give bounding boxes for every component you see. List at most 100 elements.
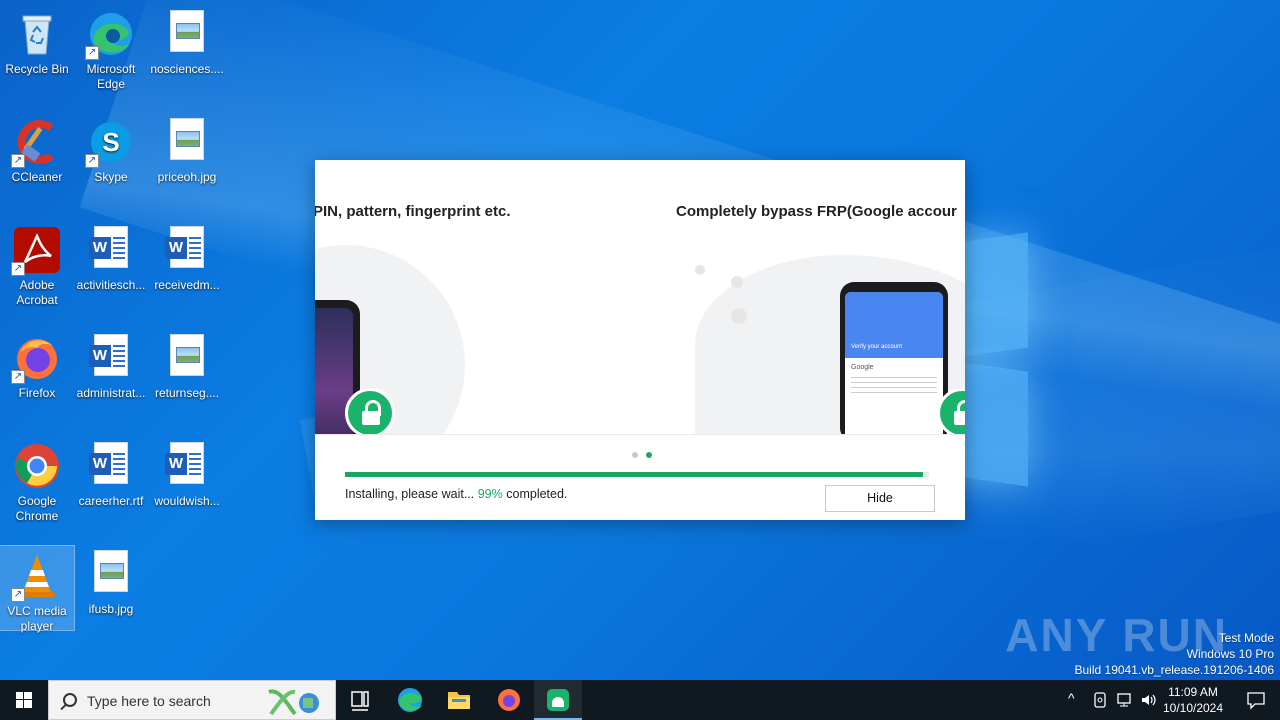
desktop-icon-label: administrat... bbox=[76, 386, 146, 400]
progress-percent: 99% bbox=[477, 487, 503, 501]
hide-button[interactable]: Hide bbox=[825, 485, 935, 512]
task-view-button[interactable] bbox=[336, 680, 384, 720]
firefox-icon bbox=[498, 689, 520, 711]
carousel-dot[interactable] bbox=[646, 452, 652, 458]
clock-time: 11:09 AM bbox=[1168, 685, 1218, 699]
windows-start-icon bbox=[16, 692, 32, 708]
phone-illustration: Verify your account Google bbox=[840, 282, 948, 435]
desktop-icon-label: VLC media player bbox=[7, 604, 67, 633]
chevron-up-icon[interactable]: ^ bbox=[1068, 690, 1075, 706]
image-file-icon bbox=[87, 550, 135, 598]
word-document-icon: W bbox=[163, 226, 211, 274]
desktop-icon-label: ifusb.jpg bbox=[88, 602, 134, 616]
slide-divider bbox=[315, 434, 965, 435]
taskbar-installer-app[interactable] bbox=[534, 680, 582, 720]
edge-icon: ↗ bbox=[85, 10, 135, 60]
android-unlock-app-icon bbox=[547, 689, 569, 711]
folder-icon bbox=[448, 692, 470, 709]
desktop-icon-ccleaner[interactable]: ↗ CCleaner bbox=[0, 112, 74, 185]
clock-date: 10/10/2024 bbox=[1162, 701, 1224, 715]
desktop-icon-label: Microsoft Edge bbox=[86, 62, 136, 91]
windows-edition-label: Windows 10 Pro bbox=[1186, 647, 1274, 661]
edge-icon bbox=[398, 688, 422, 712]
desktop-icon-skype[interactable]: S ↗ Skype bbox=[74, 112, 148, 185]
shortcut-arrow-icon: ↗ bbox=[11, 588, 25, 602]
phone-screen-header: Verify your account bbox=[851, 344, 903, 350]
desktop-icon-google-chrome[interactable]: Google Chrome bbox=[0, 436, 74, 524]
desktop-icon-returnseg[interactable]: returnseg.... bbox=[150, 328, 224, 401]
notifications-icon[interactable] bbox=[1246, 690, 1266, 710]
feature-carousel: PIN, pattern, fingerprint etc. Completel… bbox=[315, 160, 965, 435]
word-document-icon: W bbox=[87, 442, 135, 490]
desktop-icon-wouldwish[interactable]: W wouldwish... bbox=[150, 436, 224, 509]
start-button[interactable] bbox=[0, 680, 48, 720]
desktop-icon-label: Recycle Bin bbox=[5, 62, 69, 76]
search-input[interactable] bbox=[87, 691, 277, 711]
test-mode-info: Test Mode Windows 10 Pro Build 19041.vb_… bbox=[1075, 630, 1275, 678]
desktop-icon-label: Google Chrome bbox=[15, 494, 59, 523]
image-file-icon bbox=[163, 334, 211, 382]
volume-icon[interactable] bbox=[1140, 691, 1158, 709]
shortcut-arrow-icon: ↗ bbox=[11, 154, 25, 168]
device-icon[interactable] bbox=[1092, 691, 1108, 709]
chrome-icon bbox=[13, 442, 61, 490]
desktop-icon-activitiesch[interactable]: W activitiesch... bbox=[74, 220, 148, 293]
desktop-icon-label: priceoh.jpg bbox=[157, 170, 217, 184]
image-file-icon bbox=[163, 10, 211, 58]
desktop-icon-label: receivedm... bbox=[154, 278, 220, 292]
phone-screen-brand: Google bbox=[851, 364, 874, 371]
taskbar-clock[interactable]: 11:09 AM 10/10/2024 bbox=[1158, 684, 1228, 716]
task-view-icon bbox=[351, 691, 369, 711]
shortcut-arrow-icon: ↗ bbox=[11, 370, 25, 384]
desktop-icon-ifusb[interactable]: ifusb.jpg bbox=[74, 544, 148, 617]
install-status-text: Installing, please wait... 99% completed… bbox=[345, 487, 567, 501]
desktop-icon-receivedm[interactable]: W receivedm... bbox=[150, 220, 224, 293]
shortcut-arrow-icon: ↗ bbox=[11, 262, 25, 276]
taskbar-file-explorer[interactable] bbox=[435, 680, 483, 720]
shortcut-arrow-icon: ↗ bbox=[85, 46, 99, 60]
network-icon[interactable] bbox=[1116, 691, 1134, 709]
word-document-icon: W bbox=[163, 442, 211, 490]
shortcut-arrow-icon: ↗ bbox=[85, 154, 99, 168]
search-icon bbox=[63, 693, 77, 707]
desktop-icon-recycle-bin[interactable]: Recycle Bin bbox=[0, 4, 74, 77]
adobe-acrobat-icon: ↗ bbox=[11, 226, 61, 276]
taskbar-firefox[interactable] bbox=[485, 680, 533, 720]
unlock-icon bbox=[345, 388, 395, 435]
decor-dot bbox=[731, 308, 747, 324]
installer-window: PIN, pattern, fingerprint etc. Completel… bbox=[315, 160, 965, 520]
desktop-icon-vlc[interactable]: ↗ VLC media player bbox=[0, 545, 75, 633]
desktop-icon-priceoh[interactable]: priceoh.jpg bbox=[150, 112, 224, 185]
image-file-icon bbox=[163, 118, 211, 166]
build-label: Build 19041.vb_release.191206-1406 bbox=[1074, 663, 1275, 677]
search-highlight-icon bbox=[268, 689, 319, 716]
slide-title: Completely bypass FRP(Google accour bbox=[676, 203, 957, 220]
desktop-icon-adobe-acrobat[interactable]: ↗ Adobe Acrobat bbox=[0, 220, 74, 308]
desktop-icon-label: returnseg.... bbox=[154, 386, 220, 400]
ccleaner-icon: ↗ bbox=[11, 118, 61, 168]
desktop-icon-label: wouldwish... bbox=[154, 494, 220, 508]
system-tray: ^ 11:09 AM 10/10/2024 bbox=[1040, 680, 1280, 720]
taskbar: ^ 11:09 AM 10/10/2024 bbox=[0, 680, 1280, 720]
firefox-icon: ↗ bbox=[11, 334, 61, 384]
test-mode-label: Test Mode bbox=[1218, 631, 1274, 645]
desktop-icon-label: careerher.rtf bbox=[78, 494, 144, 508]
slide-title: PIN, pattern, fingerprint etc. bbox=[315, 203, 511, 220]
desktop-icon-label: Adobe Acrobat bbox=[16, 278, 58, 307]
carousel-dot[interactable] bbox=[632, 452, 638, 458]
desktop-icon-firefox[interactable]: ↗ Firefox bbox=[0, 328, 74, 401]
recycle-bin-icon bbox=[13, 10, 61, 58]
desktop-icon-label: activitiesch... bbox=[76, 278, 146, 292]
desktop-icon-label: Firefox bbox=[18, 386, 56, 400]
vlc-icon: ↗ bbox=[11, 552, 61, 602]
taskbar-edge[interactable] bbox=[386, 680, 434, 720]
desktop-icon-careerher[interactable]: W careerher.rtf bbox=[74, 436, 148, 509]
install-progress-fill bbox=[345, 472, 924, 477]
desktop-icon-label: nosciences.... bbox=[150, 62, 224, 76]
desktop-icon-label: CCleaner bbox=[11, 170, 63, 184]
desktop-icon-nosciences[interactable]: nosciences.... bbox=[150, 4, 224, 77]
desktop-icon-microsoft-edge[interactable]: ↗ Microsoft Edge bbox=[74, 4, 148, 92]
install-progress-bar bbox=[345, 472, 929, 477]
taskbar-search[interactable] bbox=[48, 680, 336, 720]
desktop-icon-administrat[interactable]: W administrat... bbox=[74, 328, 148, 401]
